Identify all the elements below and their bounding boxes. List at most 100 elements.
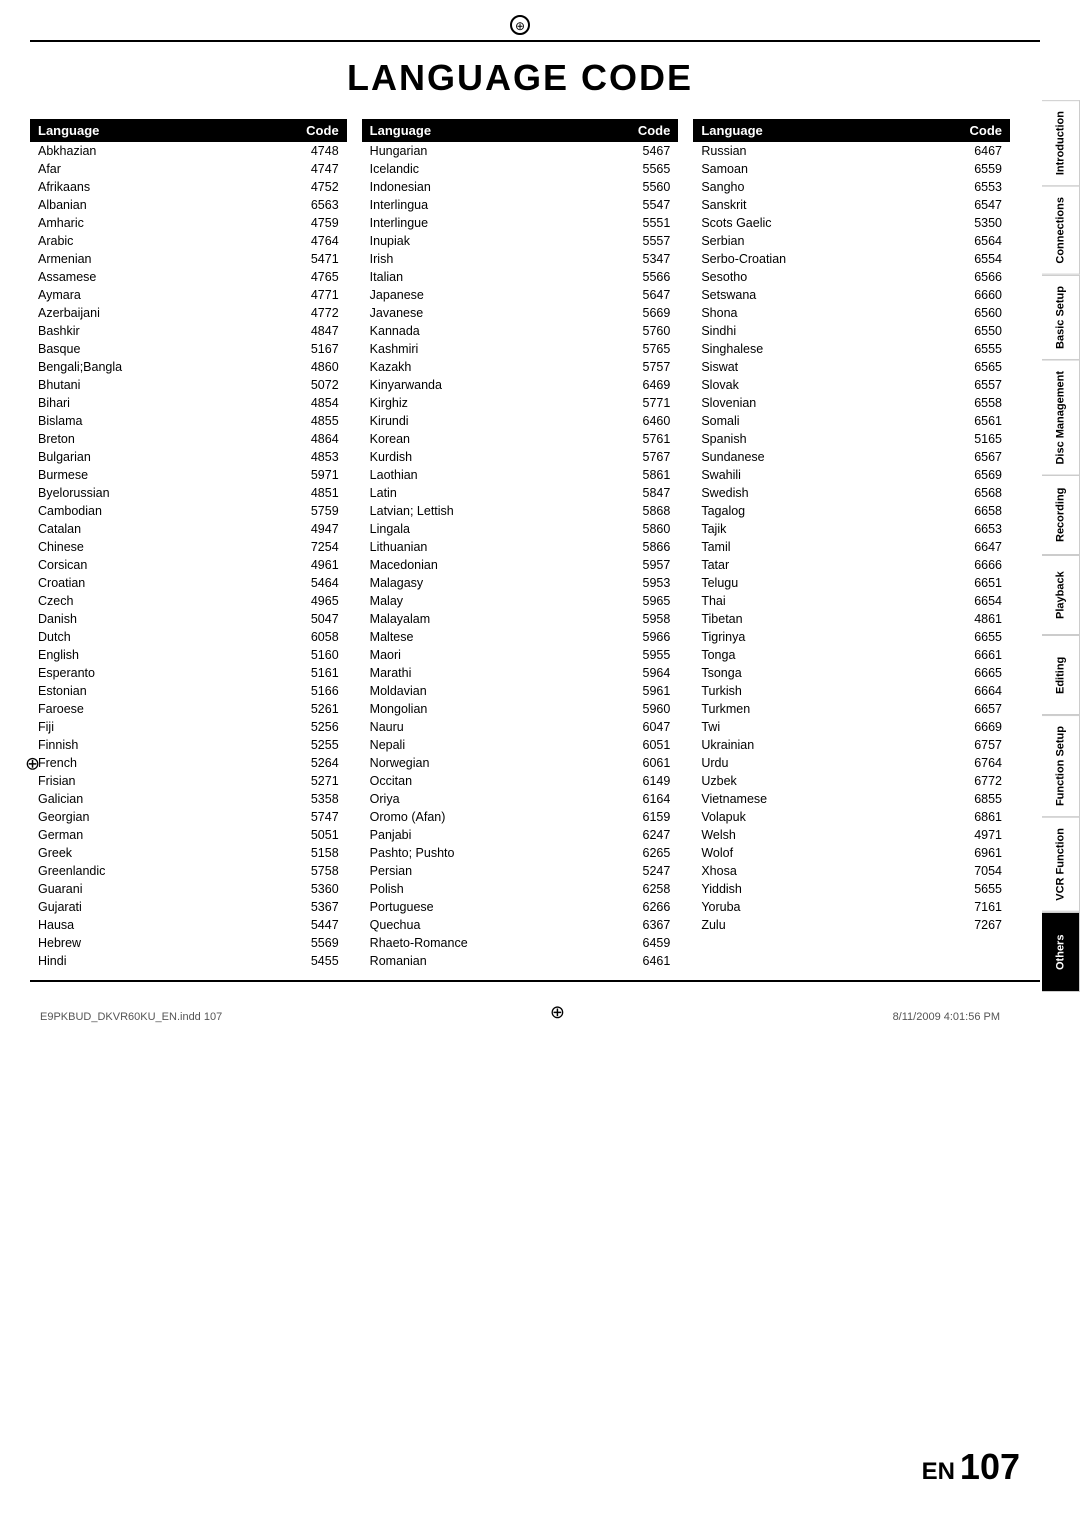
code-cell: 6669: [955, 718, 1010, 736]
table-row: Bulgarian4853: [30, 448, 347, 466]
table-row: Hausa5447: [30, 916, 347, 934]
code-cell: 6560: [955, 304, 1010, 322]
code-cell: 4860: [292, 358, 347, 376]
code-cell: 5261: [292, 700, 347, 718]
language-cell: Basque: [30, 340, 292, 358]
table-row: Javanese5669: [362, 304, 679, 322]
language-cell: Serbian: [693, 232, 955, 250]
code-cell: 6051: [623, 736, 678, 754]
language-cell: Bhutani: [30, 376, 292, 394]
table-row: Bengali;Bangla4860: [30, 358, 347, 376]
table-row: Spanish5165: [693, 430, 1010, 448]
table-row: Siswat6565: [693, 358, 1010, 376]
language-cell: Afrikaans: [30, 178, 292, 196]
table-row: Hebrew5569: [30, 934, 347, 952]
language-cell: Esperanto: [30, 664, 292, 682]
language-cell: Latvian; Lettish: [362, 502, 624, 520]
page-label: EN: [922, 1458, 955, 1486]
code-cell: 5161: [292, 664, 347, 682]
language-cell: Twi: [693, 718, 955, 736]
language-cell: Turkmen: [693, 700, 955, 718]
sidebar-tab-others[interactable]: Others: [1042, 912, 1080, 992]
table-row: Tamil6647: [693, 538, 1010, 556]
sidebar-tab-recording[interactable]: Recording: [1042, 475, 1080, 555]
table-row: Occitan6149: [362, 772, 679, 790]
code-cell: 4853: [292, 448, 347, 466]
language-cell: Sanskrit: [693, 196, 955, 214]
code-cell: 5557: [623, 232, 678, 250]
sidebar-tab-playback[interactable]: Playback: [1042, 555, 1080, 635]
page-number: 107: [960, 1446, 1020, 1488]
language-cell: Bislama: [30, 412, 292, 430]
sidebar-tab-basic-setup[interactable]: Basic Setup: [1042, 275, 1080, 360]
sidebar-tab-connections[interactable]: Connections: [1042, 186, 1080, 275]
language-cell: Sundanese: [693, 448, 955, 466]
table-row: Setswana6660: [693, 286, 1010, 304]
sidebar-tab-function-setup[interactable]: Function Setup: [1042, 715, 1080, 817]
code-cell: 5747: [292, 808, 347, 826]
language-cell: Tajik: [693, 520, 955, 538]
code-cell: 6058: [292, 628, 347, 646]
code-cell: 6567: [955, 448, 1010, 466]
table-row: Oromo (Afan)6159: [362, 808, 679, 826]
code-cell: 5655: [955, 880, 1010, 898]
table-row: Greenlandic5758: [30, 862, 347, 880]
table-row: Turkmen6657: [693, 700, 1010, 718]
sidebar-tab-disc-management[interactable]: Disc Management: [1042, 360, 1080, 476]
table-row: Irish5347: [362, 250, 679, 268]
code-cell: 6565: [955, 358, 1010, 376]
code-cell: 6855: [955, 790, 1010, 808]
code-cell: 5761: [623, 430, 678, 448]
language-cell: Tsonga: [693, 664, 955, 682]
code-cell: 4765: [292, 268, 347, 286]
code-cell: 6460: [623, 412, 678, 430]
language-cell: Frisian: [30, 772, 292, 790]
table-header-row-1: Language Code: [30, 119, 347, 142]
table-row: Indonesian5560: [362, 178, 679, 196]
table-row: Maori5955: [362, 646, 679, 664]
sidebar-tab-introduction[interactable]: Introduction: [1042, 100, 1080, 186]
code-cell: 5350: [955, 214, 1010, 232]
language-cell: Vietnamese: [693, 790, 955, 808]
col-header-code-2: Code: [623, 119, 678, 142]
table-row: Fiji5256: [30, 718, 347, 736]
sidebar-tab-editing[interactable]: Editing: [1042, 635, 1080, 715]
language-cell: Maltese: [362, 628, 624, 646]
table-row: Portuguese6266: [362, 898, 679, 916]
language-cell: Italian: [362, 268, 624, 286]
col-header-language-3: Language: [693, 119, 955, 142]
language-cell: Xhosa: [693, 862, 955, 880]
code-cell: 5051: [292, 826, 347, 844]
sidebar-tab-vcr-function[interactable]: VCR Function: [1042, 817, 1080, 912]
code-cell: 5569: [292, 934, 347, 952]
language-cell: Swedish: [693, 484, 955, 502]
language-cell: Croatian: [30, 574, 292, 592]
table-row: Interlingue5551: [362, 214, 679, 232]
code-cell: 6861: [955, 808, 1010, 826]
code-cell: 5047: [292, 610, 347, 628]
table-row: Malay5965: [362, 592, 679, 610]
code-cell: 5669: [623, 304, 678, 322]
table-row: Vietnamese6855: [693, 790, 1010, 808]
code-cell: 6265: [623, 844, 678, 862]
table-row: Tagalog6658: [693, 502, 1010, 520]
table-row: Arabic4764: [30, 232, 347, 250]
code-cell: 5861: [623, 466, 678, 484]
language-cell: Tibetan: [693, 610, 955, 628]
language-cell: Rhaeto-Romance: [362, 934, 624, 952]
code-cell: 5165: [955, 430, 1010, 448]
table-row: Tibetan4861: [693, 610, 1010, 628]
bottom-right-text: 8/11/2009 4:01:56 PM: [893, 1011, 1000, 1023]
code-cell: 4764: [292, 232, 347, 250]
code-cell: 5565: [623, 160, 678, 178]
table-row: Yiddish5655: [693, 880, 1010, 898]
code-cell: 6658: [955, 502, 1010, 520]
language-cell: Azerbaijani: [30, 304, 292, 322]
language-cell: Amharic: [30, 214, 292, 232]
code-cell: 6258: [623, 880, 678, 898]
language-cell: Thai: [693, 592, 955, 610]
code-cell: 5866: [623, 538, 678, 556]
language-cell: Albanian: [30, 196, 292, 214]
table-row: Faroese5261: [30, 700, 347, 718]
language-cell: Uzbek: [693, 772, 955, 790]
